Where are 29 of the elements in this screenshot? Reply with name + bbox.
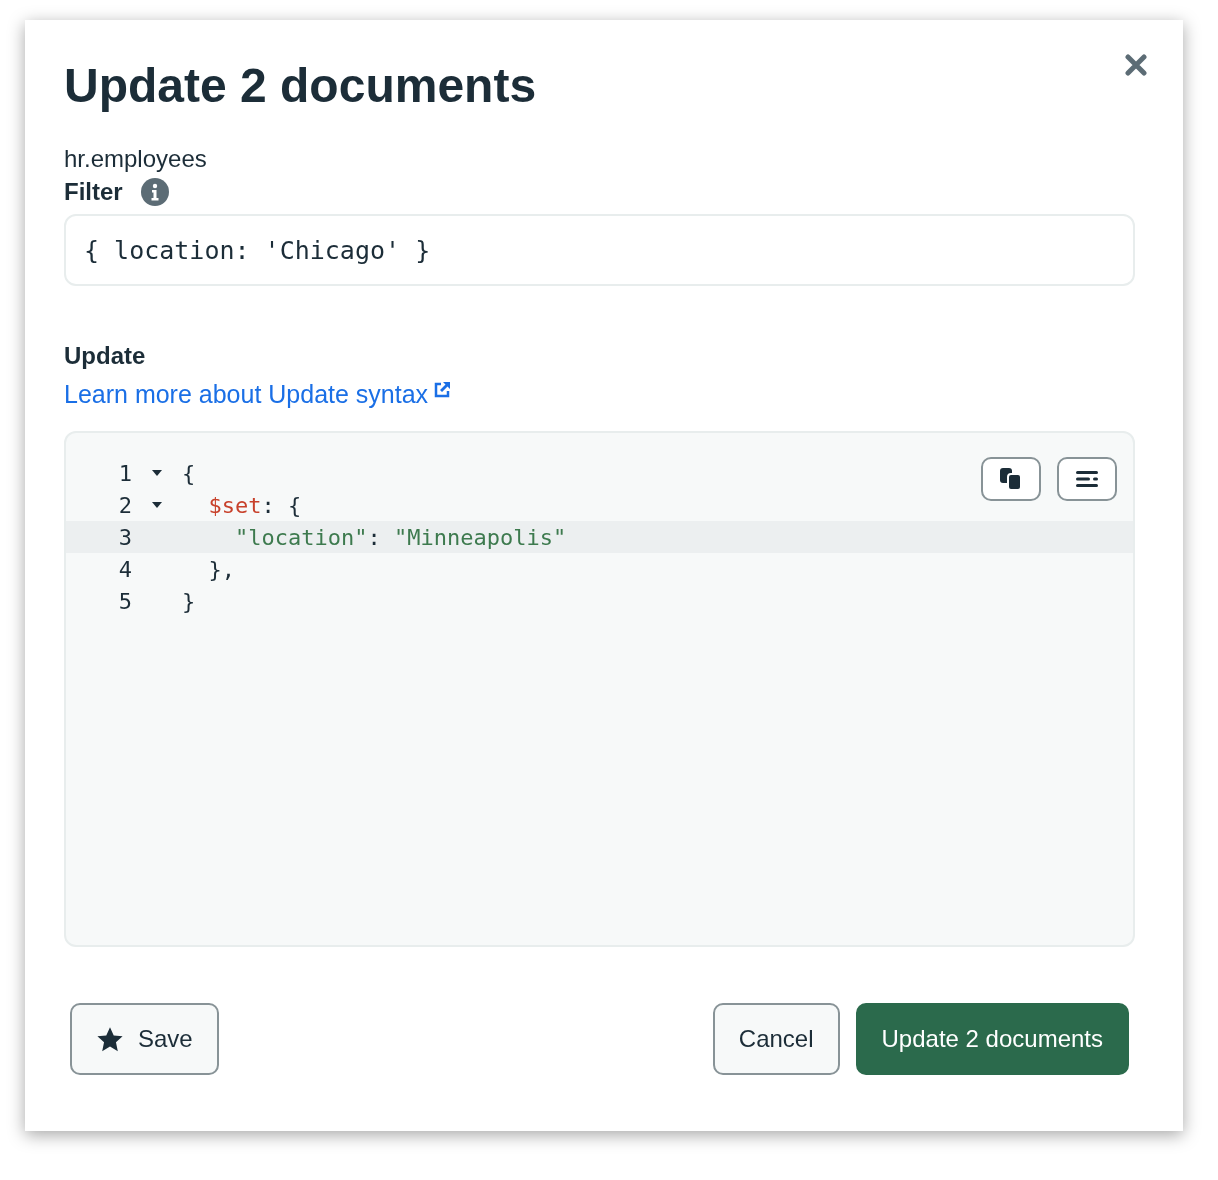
fold-caret-icon[interactable] bbox=[151, 469, 163, 477]
update-label: Update bbox=[64, 342, 146, 370]
code-text: }, bbox=[207, 556, 235, 582]
update-button[interactable]: Update 2 documents bbox=[855, 1003, 1129, 1075]
line-number: 1 bbox=[117, 460, 132, 486]
copy-button[interactable] bbox=[981, 457, 1041, 501]
format-button[interactable] bbox=[1057, 457, 1117, 501]
info-icon[interactable] bbox=[140, 178, 169, 206]
format-icon bbox=[1075, 470, 1099, 488]
code-text: } bbox=[182, 588, 196, 614]
close-icon[interactable] bbox=[1125, 54, 1147, 76]
star-icon bbox=[96, 1025, 124, 1053]
filter-label: Filter bbox=[64, 178, 123, 206]
dialog-title: Update 2 documents bbox=[64, 58, 538, 114]
save-button[interactable]: Save bbox=[70, 1003, 219, 1075]
external-link-icon bbox=[432, 380, 453, 400]
code-text: "location": "Minneapolis" bbox=[233, 524, 567, 550]
line-number: 2 bbox=[117, 492, 132, 518]
filter-field[interactable]: { location: 'Chicago' } bbox=[64, 214, 1135, 286]
learn-more-link[interactable]: Learn more about Update syntax bbox=[64, 380, 453, 409]
fold-caret-icon[interactable] bbox=[151, 501, 163, 509]
code-text: $set: { bbox=[207, 492, 302, 518]
cancel-button[interactable]: Cancel bbox=[712, 1003, 840, 1075]
line-number: 5 bbox=[117, 588, 132, 614]
update-editor[interactable]: 1 { 2 $set: { 3 "location": "Minneapolis" 4 }, 5 } bbox=[64, 431, 1135, 947]
line-number: 4 bbox=[117, 556, 132, 582]
line-number: 3 bbox=[117, 524, 132, 550]
code-text: { bbox=[182, 460, 196, 486]
namespace-text: hr.employees bbox=[64, 144, 208, 174]
